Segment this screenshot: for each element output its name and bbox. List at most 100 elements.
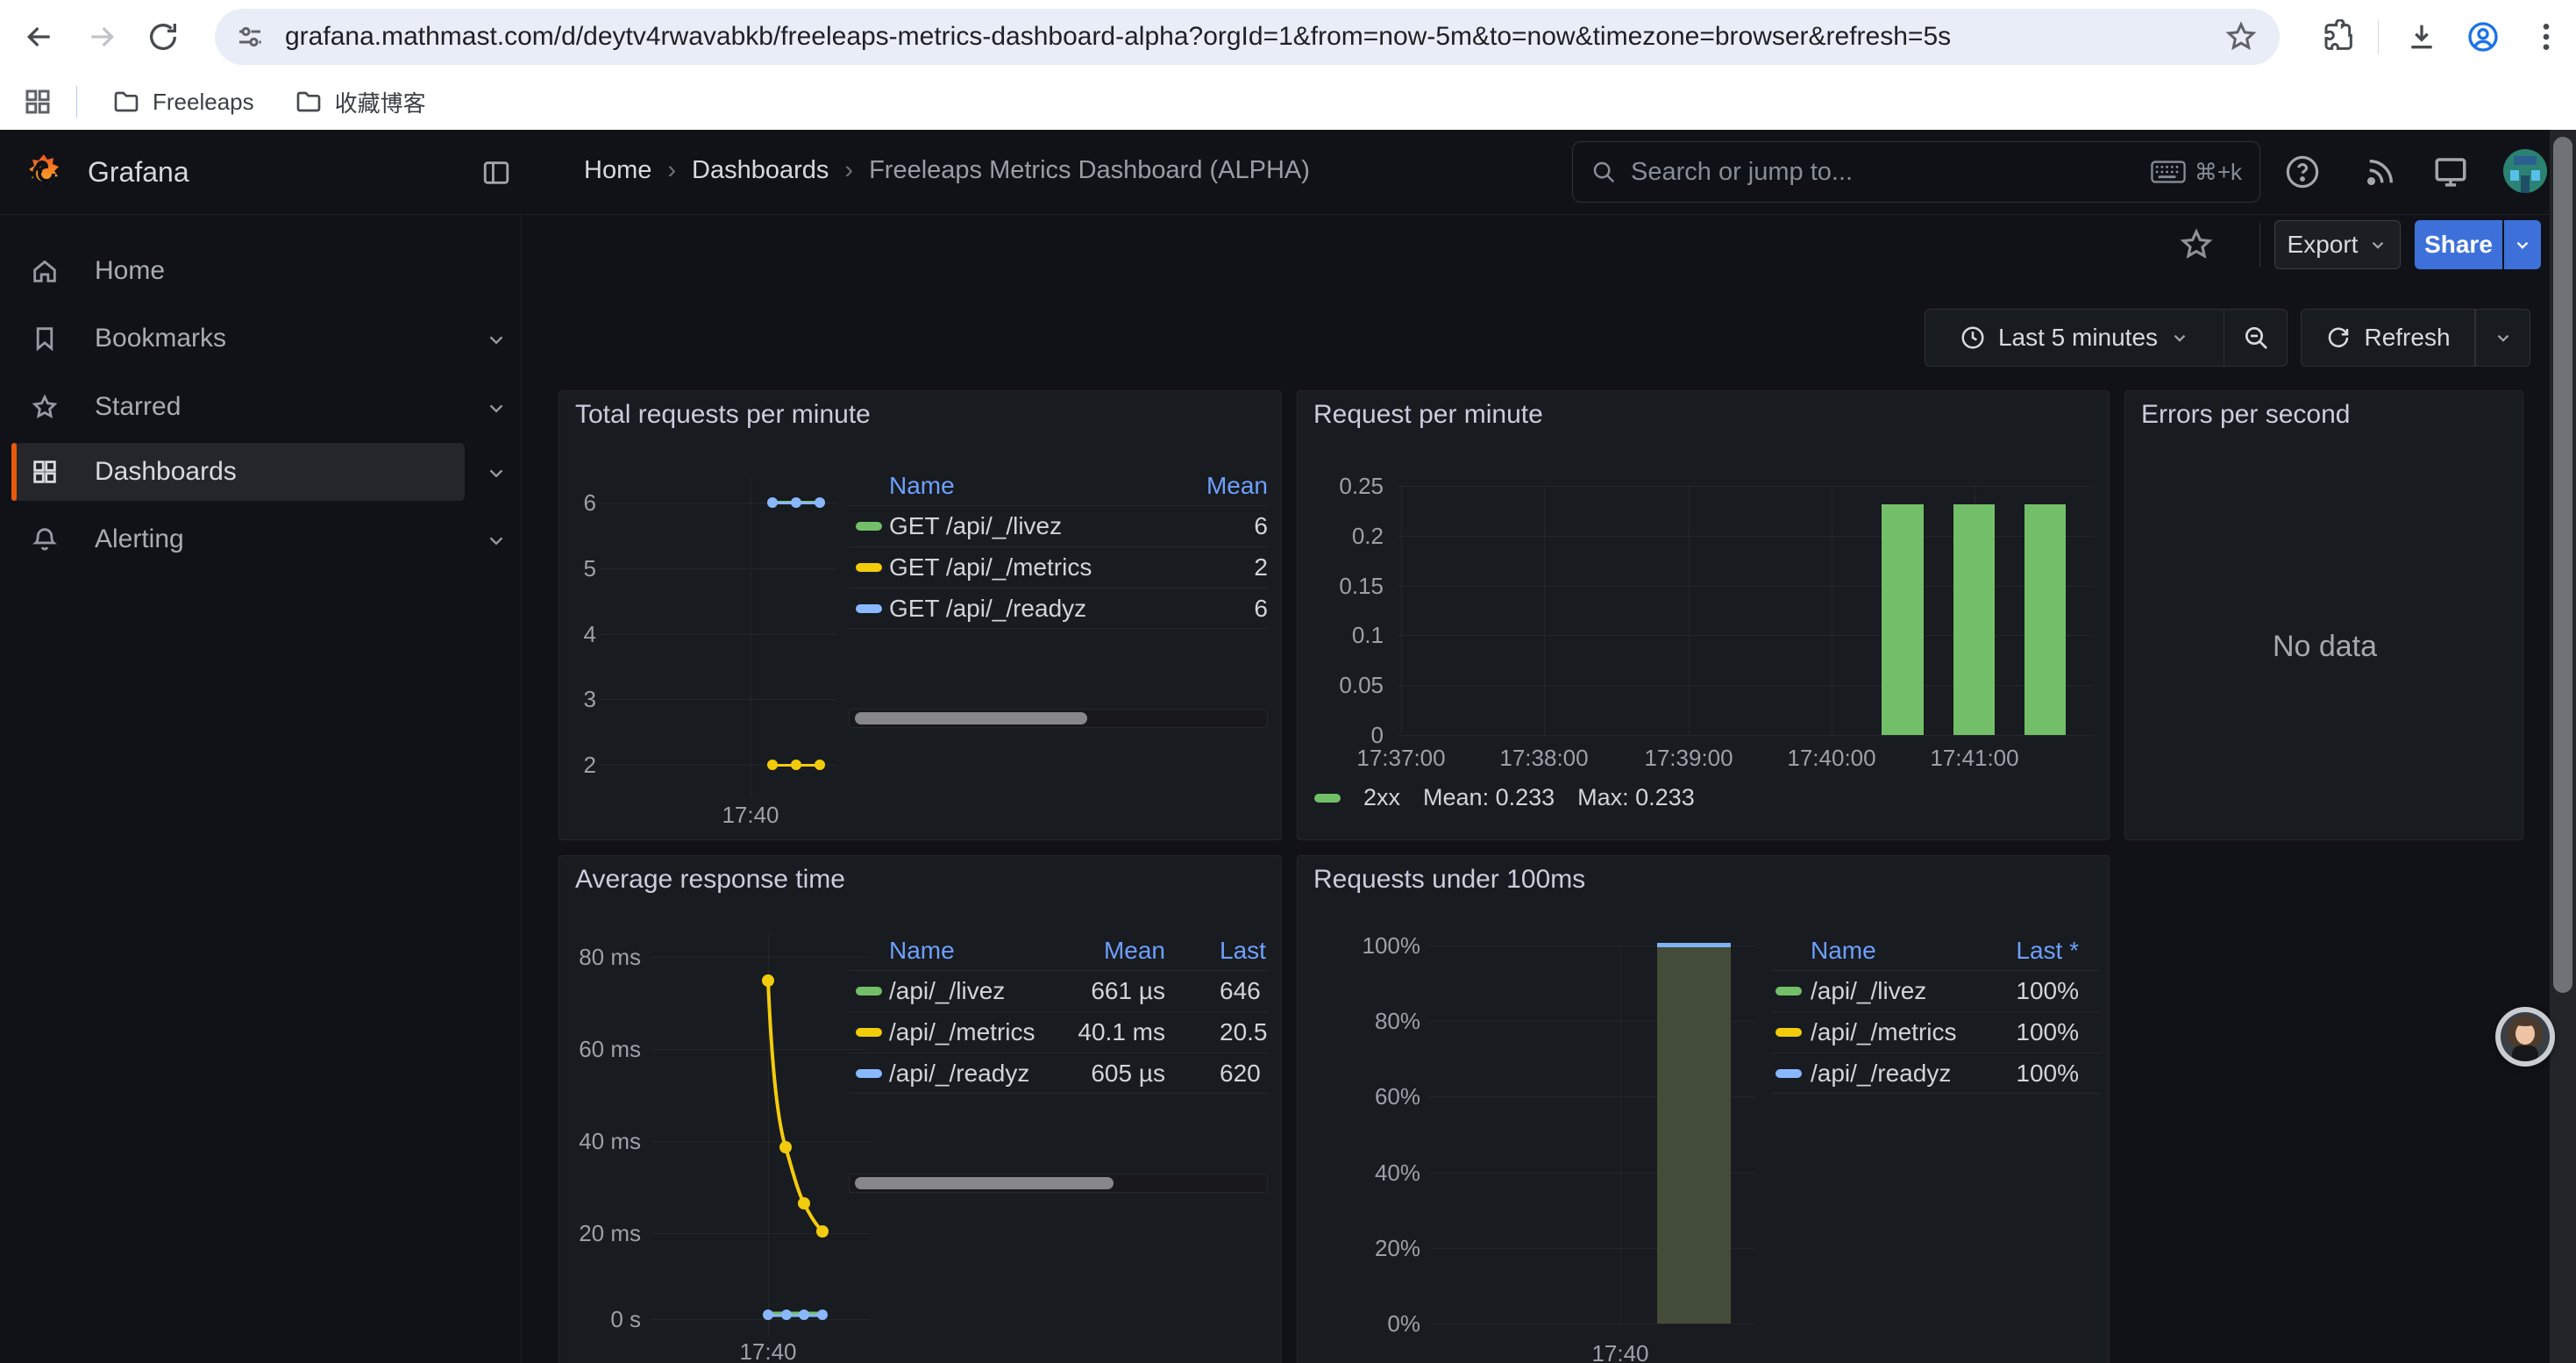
- bookmark-folder-freeleaps[interactable]: Freeleaps: [98, 79, 268, 125]
- series-mean: 2: [1145, 553, 1268, 582]
- url-text[interactable]: grafana.mathmast.com/d/deytv4rwavabkb/fr…: [285, 22, 2224, 52]
- series-last: 100%: [1991, 1060, 2079, 1088]
- dashboards-grid-icon: [30, 457, 60, 487]
- x-tick: 17:41:00: [1922, 745, 2027, 772]
- apps-grid-icon[interactable]: [22, 86, 53, 118]
- export-button[interactable]: Export: [2274, 220, 2401, 269]
- help-icon[interactable]: [2284, 153, 2321, 190]
- profile-icon[interactable]: [2466, 19, 2501, 54]
- legend-scrollbar-thumb[interactable]: [855, 1177, 1114, 1189]
- legend-row[interactable]: GET /api/_/metrics 2: [849, 546, 1268, 588]
- breadcrumb-home[interactable]: Home: [584, 156, 651, 185]
- sidebar-item-alerting[interactable]: Alerting: [11, 510, 465, 568]
- legend-row[interactable]: GET /api/_/livez 6: [849, 505, 1268, 546]
- name-header[interactable]: Name: [889, 937, 1068, 965]
- avatar-pattern: [2531, 170, 2540, 181]
- url-bar[interactable]: grafana.mathmast.com/d/deytv4rwavabkb/fr…: [215, 9, 2280, 65]
- search-icon: [1590, 159, 1617, 185]
- sidebar-toggle-icon[interactable]: [480, 158, 512, 188]
- share-button[interactable]: Share: [2415, 220, 2502, 269]
- breadcrumb-separator: ›: [651, 156, 692, 185]
- share-dropdown-button[interactable]: [2504, 220, 2541, 269]
- sidebar: Home Bookmarks Starred Dashboards Alerti…: [0, 215, 522, 1363]
- bar-2xx: [1953, 504, 1995, 735]
- legend[interactable]: 2xx Mean: 0.233 Max: 0.233: [1314, 784, 1695, 811]
- sidebar-item-starred[interactable]: Starred: [11, 378, 465, 436]
- y-tick: 20%: [1320, 1235, 1420, 1262]
- panel-title[interactable]: Average response time: [575, 865, 845, 895]
- panel-title[interactable]: Requests under 100ms: [1313, 865, 1585, 895]
- series-mean: 40.1 ms: [1068, 1018, 1165, 1046]
- series-color-pill: [1775, 1028, 1802, 1037]
- legend-row[interactable]: /api/_/livez 661 µs 646 µs: [849, 970, 1268, 1011]
- panel-title[interactable]: Total requests per minute: [575, 400, 871, 430]
- sidebar-item-bookmarks[interactable]: Bookmarks: [11, 310, 465, 368]
- refresh-interval-button[interactable]: [2475, 309, 2530, 367]
- menu-kebab-icon[interactable]: [2529, 19, 2564, 54]
- chevron-down-icon[interactable]: [485, 529, 508, 552]
- y-tick: 0%: [1320, 1310, 1420, 1338]
- time-range-picker[interactable]: Last 5 minutes: [1925, 309, 2224, 367]
- last-header[interactable]: Last *: [1991, 937, 2079, 965]
- favorite-star-icon[interactable]: [2178, 226, 2215, 263]
- gridline: [600, 634, 836, 635]
- y-tick: 6: [566, 489, 596, 517]
- legend-row[interactable]: GET /api/_/readyz 6: [849, 588, 1268, 629]
- name-header[interactable]: Name: [1811, 937, 1991, 965]
- extensions-icon[interactable]: [2322, 19, 2357, 54]
- forward-icon[interactable]: [84, 19, 119, 54]
- legend-scrollbar[interactable]: [849, 1174, 1268, 1193]
- data-point: [817, 1309, 828, 1320]
- legend-row[interactable]: /api/_/livez 100%: [1772, 970, 2101, 1011]
- site-settings-icon[interactable]: [234, 21, 266, 53]
- legend-row[interactable]: /api/_/metrics 100%: [1772, 1011, 2101, 1053]
- gridline: [1398, 735, 2093, 736]
- search-input[interactable]: Search or jump to... ⌘+k: [1572, 141, 2260, 203]
- chevron-down-icon[interactable]: [485, 396, 508, 419]
- x-tick: 17:40: [733, 1338, 803, 1363]
- legend-scrollbar[interactable]: [849, 709, 1268, 728]
- grafana-logo[interactable]: [23, 153, 65, 195]
- legend-row[interactable]: /api/_/readyz 605 µs 620 µs: [849, 1053, 1268, 1094]
- news-rss-icon[interactable]: [2362, 153, 2399, 190]
- chevron-down-icon[interactable]: [485, 461, 508, 484]
- floating-avatar[interactable]: [2495, 1007, 2555, 1067]
- reload-icon[interactable]: [146, 19, 181, 54]
- series-name: /api/_/readyz: [889, 1060, 1068, 1088]
- series-name: GET /api/_/livez: [889, 512, 1145, 540]
- refresh-icon: [2325, 325, 2352, 351]
- legend-scrollbar-thumb[interactable]: [855, 712, 1087, 724]
- sidebar-item-home[interactable]: Home: [11, 242, 465, 300]
- legend-row[interactable]: /api/_/metrics 40.1 ms 20.5 ms: [849, 1011, 1268, 1053]
- mean-header[interactable]: Mean: [1068, 937, 1165, 965]
- bookmark-icon: [30, 324, 60, 353]
- last-header[interactable]: Last *: [1220, 937, 1268, 965]
- panel-title[interactable]: Request per minute: [1313, 400, 1543, 430]
- legend-row[interactable]: /api/_/readyz 100%: [1772, 1053, 2101, 1094]
- name-header[interactable]: Name: [889, 472, 1145, 500]
- bookmark-folder-blogs[interactable]: 收藏博客: [281, 79, 440, 125]
- refresh-button[interactable]: Refresh: [2301, 309, 2475, 367]
- panel-avg-response-time: Average response time 80 ms 60 ms 40 ms …: [559, 855, 1282, 1363]
- bookmark-star-icon[interactable]: [2224, 19, 2259, 54]
- y-tick: 100%: [1320, 932, 1420, 960]
- page-scrollbar-thumb[interactable]: [2553, 137, 2572, 993]
- panel-title[interactable]: Errors per second: [2141, 400, 2350, 430]
- mean-header[interactable]: Mean: [1145, 472, 1268, 500]
- series-color-pill: [856, 1069, 882, 1078]
- series-color-pill: [856, 987, 882, 995]
- data-point: [762, 974, 774, 987]
- zoom-out-button[interactable]: [2224, 309, 2288, 367]
- download-icon[interactable]: [2404, 19, 2439, 54]
- back-icon[interactable]: [22, 19, 57, 54]
- monitor-icon[interactable]: [2432, 153, 2469, 190]
- breadcrumb-dashboards[interactable]: Dashboards: [692, 156, 829, 185]
- page-scrollbar[interactable]: [2550, 130, 2576, 1363]
- legend-header: Name Mean Last *: [849, 931, 1268, 970]
- gridline: [1689, 486, 1690, 735]
- chevron-down-icon[interactable]: [485, 328, 508, 351]
- brand-name[interactable]: Grafana: [88, 156, 189, 189]
- user-avatar[interactable]: [2503, 149, 2547, 193]
- keyboard-icon: [2151, 160, 2186, 184]
- sidebar-item-dashboards[interactable]: Dashboards: [11, 443, 465, 501]
